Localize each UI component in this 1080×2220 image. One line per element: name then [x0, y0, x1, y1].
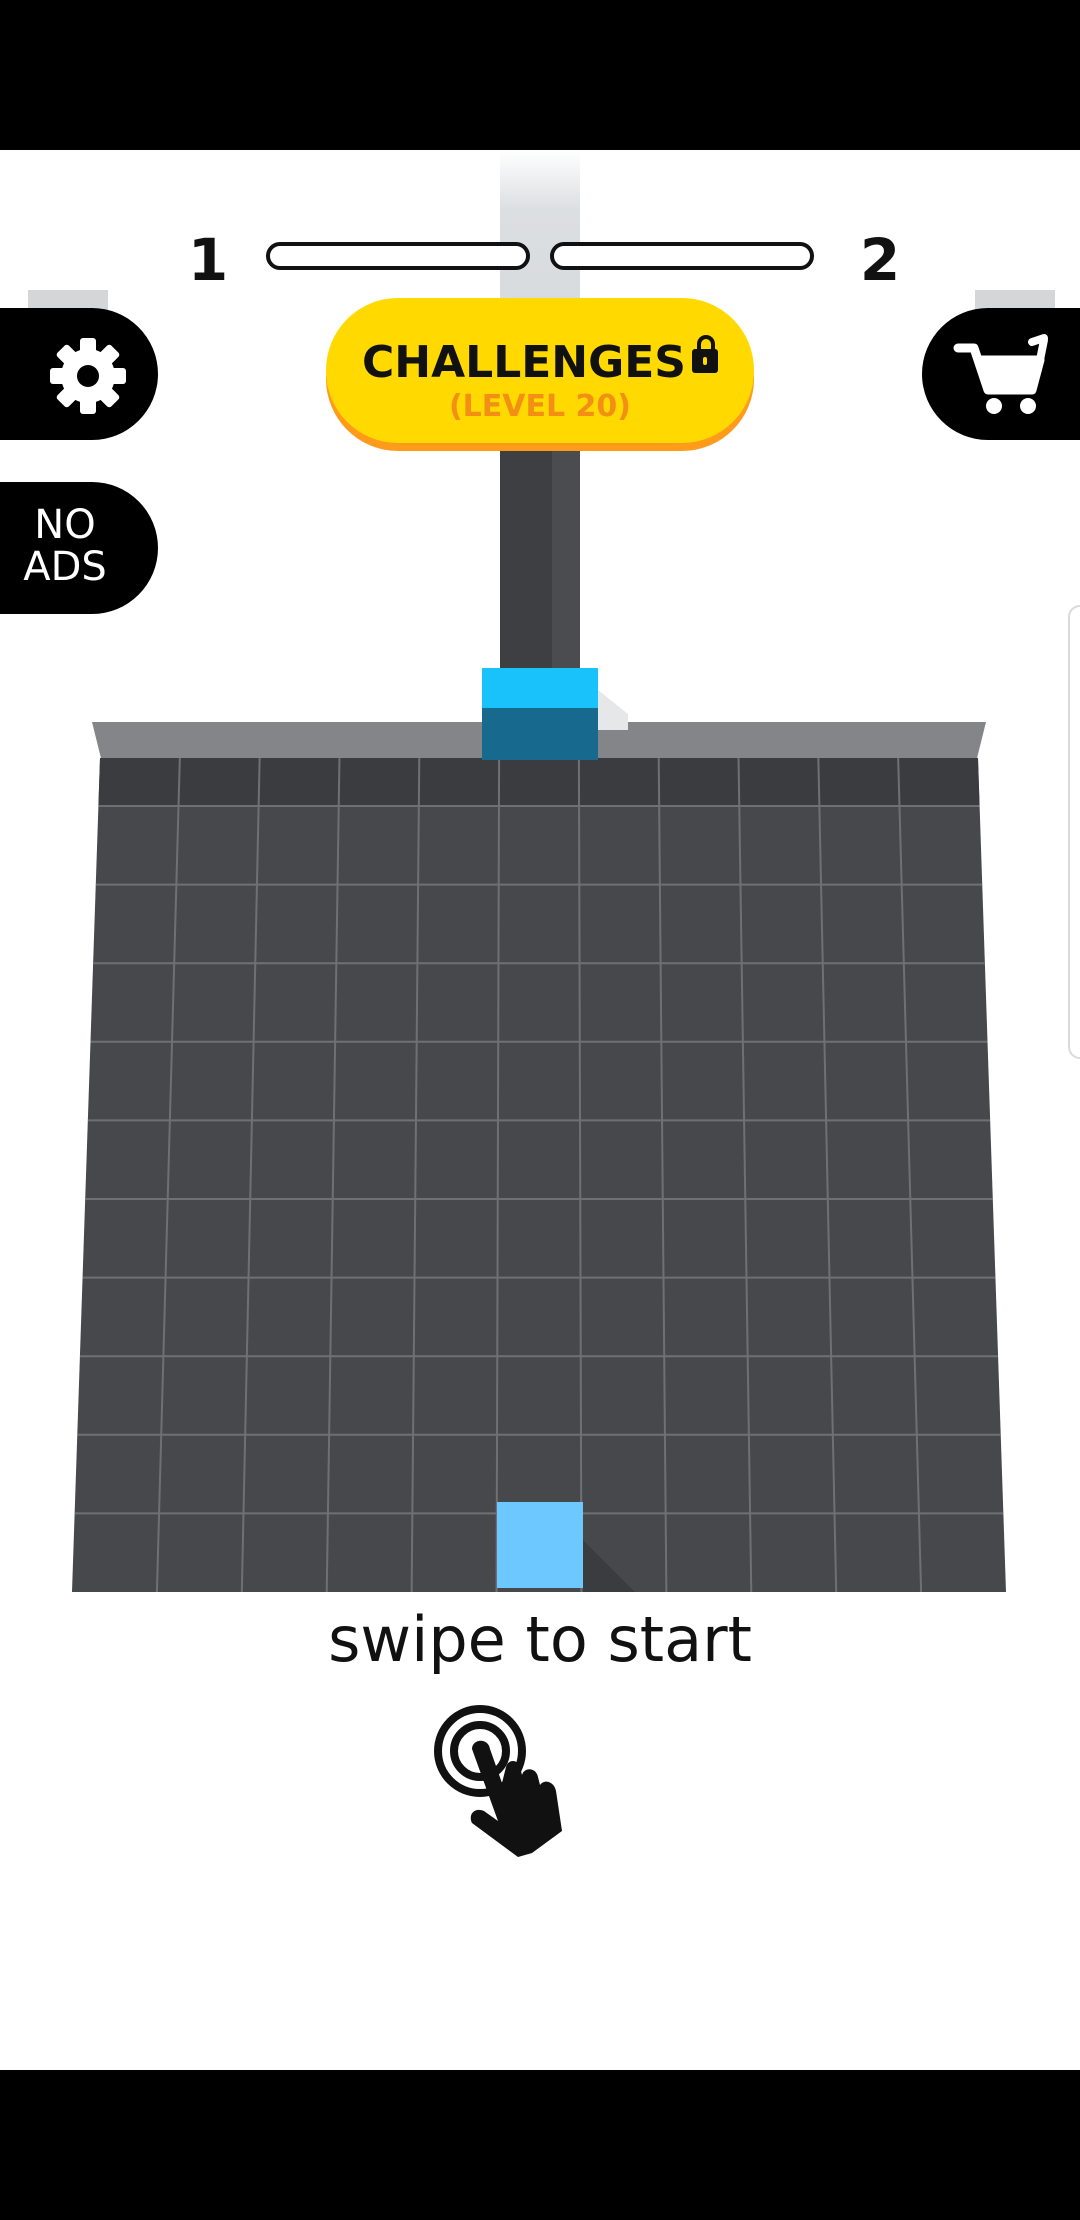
target-cell	[497, 1502, 583, 1588]
grid-column-line	[410, 758, 421, 1592]
grid-column-line	[577, 758, 583, 1592]
grid-column-line	[817, 758, 838, 1592]
challenges-title-row: CHALLENGES	[326, 335, 754, 388]
grid-column-line	[325, 758, 341, 1592]
grid-column-line	[495, 758, 501, 1592]
cart-icon	[953, 334, 1048, 414]
next-level-number: 2	[859, 226, 901, 294]
gear-icon	[50, 338, 126, 414]
challenges-label: CHALLENGES	[362, 337, 686, 388]
grid-column-line	[155, 758, 181, 1592]
board-grid	[74, 758, 1004, 1592]
grid-column-line	[737, 758, 753, 1592]
tap-hand-icon	[434, 1705, 562, 1857]
grid-column-line	[240, 758, 261, 1592]
settings-button[interactable]	[0, 308, 158, 440]
status-bar	[0, 0, 1080, 150]
challenges-level-requirement: (LEVEL 20)	[448, 389, 632, 424]
game-board[interactable]	[72, 758, 1006, 1592]
swipe-prompt: swipe to start	[328, 1603, 752, 1676]
edge-panel-handle[interactable]	[1068, 605, 1080, 1059]
track-lower	[500, 440, 580, 680]
progress-bar-segment-1	[266, 242, 530, 270]
player-block-front	[482, 708, 598, 760]
current-level-number: 1	[187, 226, 229, 294]
no-ads-line-1: NO	[34, 502, 96, 548]
player-block-top	[482, 668, 598, 708]
shop-button[interactable]	[922, 308, 1080, 440]
navigation-bar	[0, 2070, 1080, 2220]
progress-bar-segment-2	[550, 242, 814, 270]
grid-column-line	[657, 758, 668, 1592]
no-ads-button[interactable]: NO ADS	[0, 482, 158, 614]
challenges-button[interactable]: CHALLENGES (LEVEL 20)	[326, 298, 754, 443]
no-ads-line-2: ADS	[23, 544, 107, 590]
grid-column-line	[897, 758, 923, 1592]
player-block-highlight	[598, 690, 628, 730]
no-ads-label: NO ADS	[0, 504, 130, 588]
lock-icon	[691, 335, 718, 373]
